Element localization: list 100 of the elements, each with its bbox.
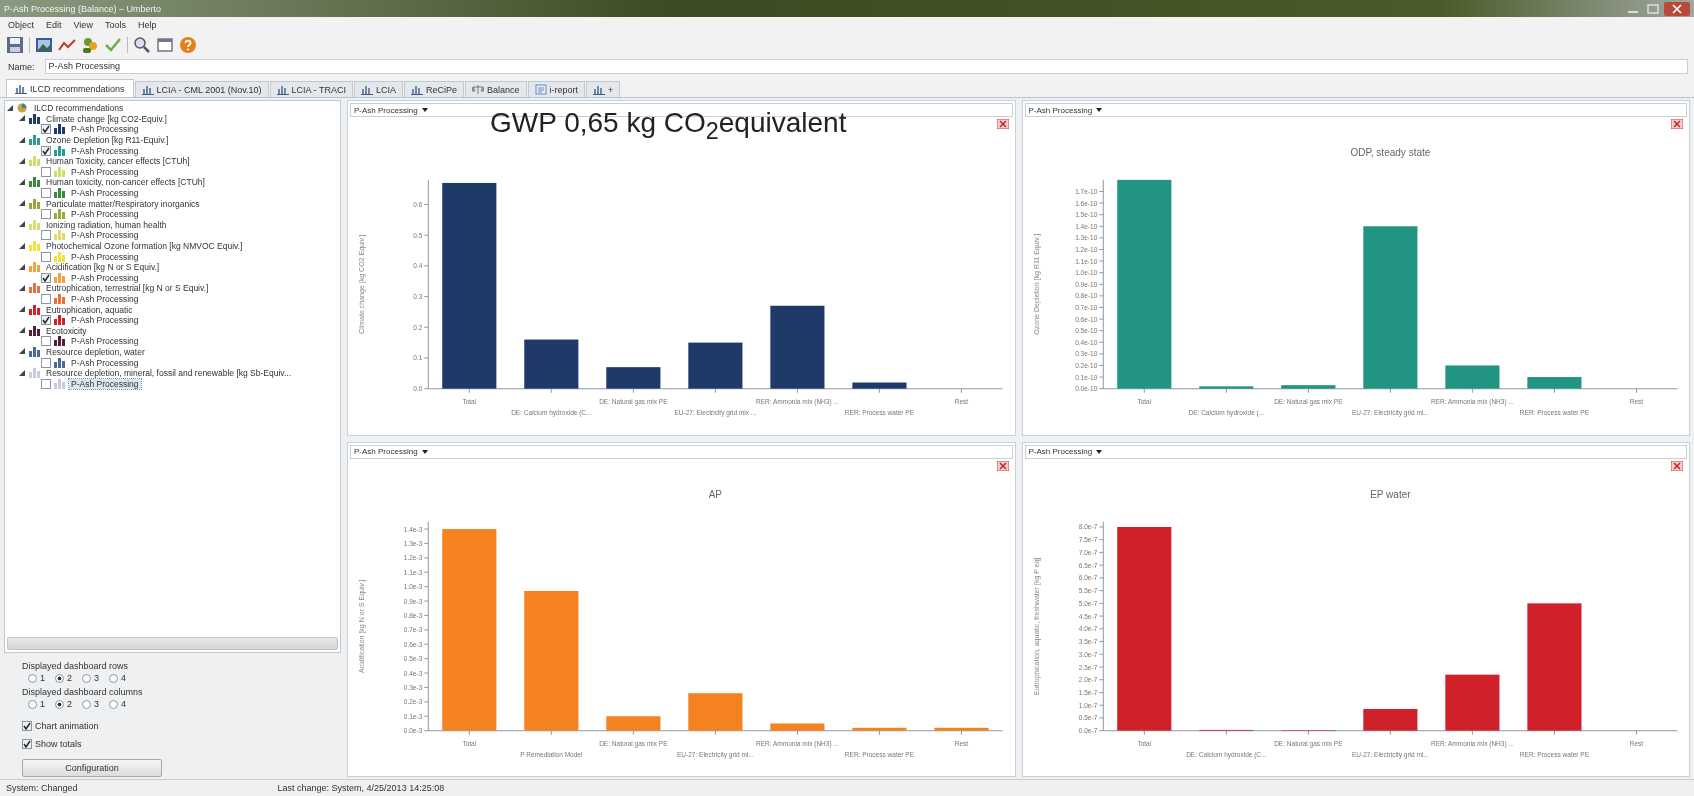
menu-item[interactable]: Edit: [46, 19, 62, 30]
tree-item[interactable]: Eutrophication, aquatic: [44, 304, 135, 315]
dropdown[interactable]: P-Ash Processing: [1024, 103, 1687, 117]
menu-item[interactable]: Tools: [104, 19, 126, 30]
tree-item[interactable]: ILCD recommendations: [32, 103, 126, 114]
checkbox[interactable]: [41, 166, 51, 177]
image-icon[interactable]: [35, 35, 53, 54]
tree-item[interactable]: P-Ash Processing: [69, 336, 141, 347]
bar: [852, 382, 907, 389]
checkbox[interactable]: [41, 357, 51, 368]
bar: [1444, 365, 1499, 389]
dropdown[interactable]: P-Ash Processing: [350, 444, 1013, 459]
tree-item[interactable]: P-Ash Processing: [69, 272, 141, 283]
checkbox[interactable]: [22, 721, 32, 731]
tree-item[interactable]: Ozone Depletion [kg R11-Equiv.]: [44, 135, 171, 146]
checkbox[interactable]: [41, 315, 51, 326]
tab[interactable]: ReCiPe: [403, 81, 464, 97]
tab[interactable]: LCIA: [353, 81, 403, 97]
checkbox[interactable]: [41, 188, 51, 199]
tree-item[interactable]: P-Ash Processing: [69, 315, 141, 326]
tab[interactable]: i-report: [527, 81, 586, 97]
tree-item[interactable]: Human Toxicity, cancer effects [CTUh]: [44, 156, 192, 167]
checkbox[interactable]: [41, 336, 51, 347]
menu-item[interactable]: Help: [137, 19, 157, 30]
tab[interactable]: LCIA - CML 2001 (Nov.10): [134, 81, 269, 97]
tree-item[interactable]: P-Ash Processing: [69, 145, 141, 156]
close-icon[interactable]: [1671, 460, 1683, 471]
checkbox[interactable]: [41, 124, 51, 135]
horizontal-scrollbar[interactable]: [7, 637, 338, 650]
tree-item[interactable]: Climate change [kg CO2-Equiv.]: [44, 113, 169, 124]
tree-item[interactable]: Photochemical Ozone formation [kg NMVOC Equiv.]: [44, 241, 245, 251]
tree-item[interactable]: Ionizing radiation, human health: [44, 219, 169, 230]
save-icon[interactable]: [6, 35, 24, 54]
tab[interactable]: Balance: [465, 81, 527, 97]
checkbox[interactable]: [41, 272, 51, 283]
bar-chart-icon: [54, 378, 66, 389]
tree-item[interactable]: P-Ash Processing: [69, 357, 141, 368]
checkbox[interactable]: [41, 230, 51, 241]
tree-item[interactable]: P-Ash Processing: [69, 230, 141, 241]
checkbox-label[interactable]: Show totals: [35, 739, 82, 749]
tree-item[interactable]: Eutrophication, terrestrial [kg N or S Equiv.]: [44, 283, 211, 294]
caret-icon: [420, 448, 429, 455]
search-icon[interactable]: [133, 35, 151, 54]
menu-item[interactable]: View: [73, 19, 93, 30]
expander-icon[interactable]: [19, 348, 26, 356]
tree-item[interactable]: P-Ash Processing: [69, 166, 141, 177]
tree-item[interactable]: P-Ash Processing: [69, 188, 141, 199]
close-icon[interactable]: [1671, 119, 1683, 129]
help-icon[interactable]: [179, 35, 197, 54]
tree-item[interactable]: Resource depletion, water: [44, 346, 147, 357]
configuration-button[interactable]: Configuration: [22, 759, 162, 777]
expander-icon[interactable]: [19, 242, 26, 250]
tree-item[interactable]: Resource depletion, mineral, fossil and renewable [kg Sb-Equiv...: [44, 368, 294, 379]
expander-icon[interactable]: [19, 200, 26, 208]
expander-icon[interactable]: [19, 306, 26, 314]
checkbox-label[interactable]: Chart animation: [35, 721, 99, 731]
users-icon[interactable]: [81, 35, 99, 54]
close-icon[interactable]: [996, 119, 1009, 129]
expander-icon[interactable]: [19, 369, 26, 377]
expander-icon[interactable]: [19, 263, 26, 271]
expander-icon[interactable]: [19, 136, 26, 144]
expander-icon[interactable]: [19, 284, 26, 292]
tree-item[interactable]: P-Ash Processing: [69, 251, 141, 262]
window-icon[interactable]: [156, 35, 174, 54]
bar-chart-icon: [54, 166, 66, 177]
tree-item[interactable]: Human toxicity, non-cancer effects [CTUh]: [44, 177, 207, 188]
bar-chart-icon: [54, 209, 66, 220]
expander-icon[interactable]: [19, 221, 26, 229]
tree-item[interactable]: Particulate matter/Respiratory inorganics: [44, 198, 202, 209]
tree-item[interactable]: Acidification [kg N or S Equiv.]: [44, 262, 162, 273]
checkbox[interactable]: [41, 145, 51, 156]
tab[interactable]: ILCD recommendations: [6, 79, 134, 97]
checkbox[interactable]: [41, 209, 51, 220]
bar-chart-icon: [54, 272, 66, 283]
close-icon[interactable]: [1664, 1, 1690, 16]
bar: [1280, 385, 1335, 389]
bar-chart-icon: [54, 315, 66, 326]
tree-item[interactable]: P-Ash Processing: [69, 124, 141, 135]
chart-title: EP water: [1369, 488, 1411, 500]
expander-icon[interactable]: [19, 178, 26, 186]
tab[interactable]: +: [586, 81, 621, 97]
expander-icon[interactable]: [19, 327, 26, 335]
bar-chart-icon: [54, 145, 66, 156]
tree-item[interactable]: P-Ash Processing: [69, 294, 141, 304]
tree-item[interactable]: P-Ash Processing: [69, 378, 141, 389]
tree-item[interactable]: Ecotoxicity: [44, 325, 89, 336]
bar-chart-icon: [593, 84, 606, 95]
checkbox[interactable]: [41, 294, 51, 304]
menu-item[interactable]: Object: [8, 19, 34, 30]
expander-icon[interactable]: [19, 157, 26, 165]
checkbox[interactable]: [22, 739, 32, 749]
tree-item[interactable]: P-Ash Processing: [69, 209, 141, 220]
bar-chart-icon: [54, 251, 66, 262]
tab[interactable]: LCIA - TRACI: [269, 81, 353, 97]
checkbox[interactable]: [41, 378, 51, 389]
dropdown[interactable]: P-Ash Processing: [1024, 444, 1687, 459]
close-icon[interactable]: [996, 460, 1009, 471]
name-field[interactable]: P-Ash Processing: [44, 59, 1688, 74]
checkbox[interactable]: [41, 251, 51, 262]
scale-icon: [472, 84, 484, 95]
